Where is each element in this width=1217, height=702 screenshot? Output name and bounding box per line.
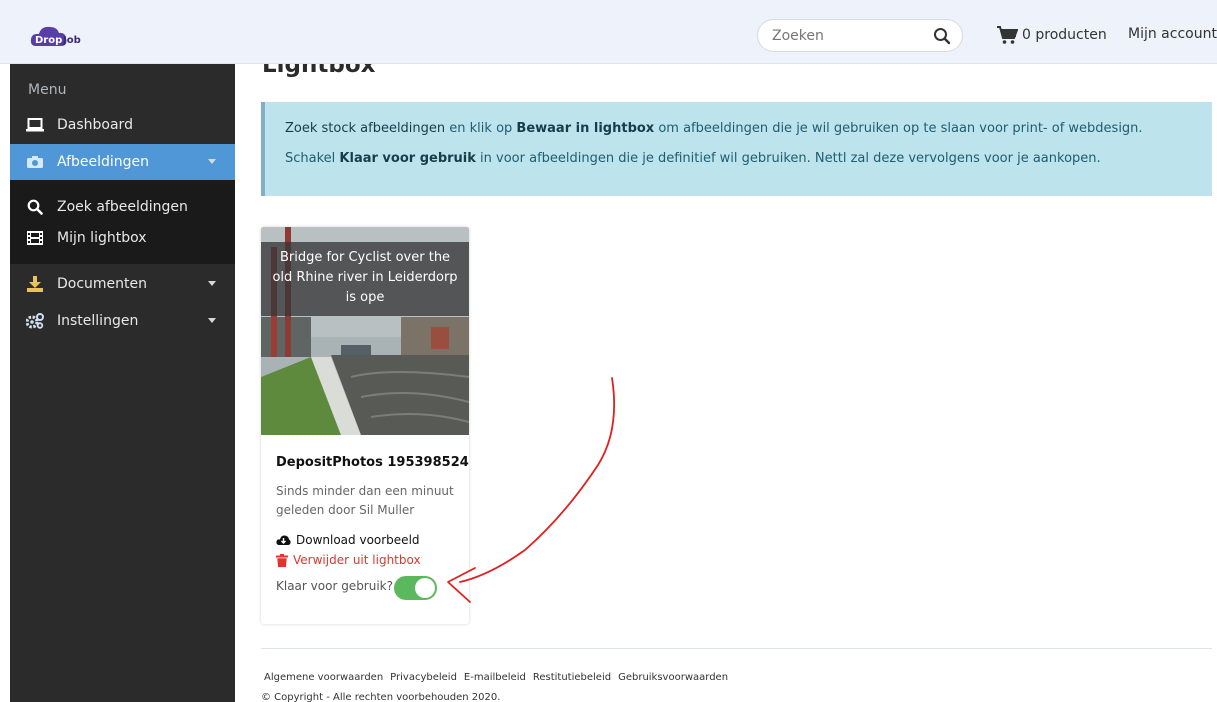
cart-label: 0 producten bbox=[1022, 27, 1107, 43]
toggle-knob bbox=[415, 578, 435, 598]
footer-link-privacybeleid[interactable]: Privacybeleid bbox=[390, 672, 457, 683]
download-preview-label: Download voorbeeld bbox=[296, 533, 420, 547]
chevron-down-icon bbox=[208, 159, 216, 164]
film-icon bbox=[26, 229, 44, 247]
info-emphasis: Bewaar in lightbox bbox=[516, 121, 655, 136]
download-preview-link[interactable]: Download voorbeeld bbox=[276, 533, 420, 547]
sidebar-item-label: Zoek afbeeldingen bbox=[57, 199, 188, 215]
cogs-icon bbox=[26, 312, 44, 330]
info-text: Zoek stock afbeeldingen bbox=[285, 121, 446, 136]
lightbox-card: Bridge for Cyclist over the old Rhine ri… bbox=[261, 227, 469, 624]
remove-from-lightbox-link[interactable]: Verwijder uit lightbox bbox=[276, 553, 421, 567]
dropjob-logo[interactable]: Drop Job bbox=[30, 22, 94, 50]
footer-link-emailbeleid[interactable]: E-mailbeleid bbox=[464, 672, 526, 683]
search-box bbox=[757, 19, 963, 52]
ready-for-use-label: Klaar voor gebruik? bbox=[276, 579, 393, 593]
logo-text-job: Job bbox=[62, 35, 81, 46]
info-emphasis: Klaar voor gebruik bbox=[339, 151, 476, 166]
sidebar-item-dashboard[interactable]: Dashboard bbox=[10, 107, 235, 143]
footer-links: Algemene voorwaarden Privacybeleid E-mai… bbox=[264, 672, 728, 683]
info-text: om afbeeldingen die je wil gebruiken op … bbox=[654, 121, 1143, 136]
search-icon[interactable] bbox=[933, 27, 951, 45]
info-line-2: Schakel Klaar voor gebruik in voor afbee… bbox=[285, 151, 1101, 166]
top-bar: Drop Job 0 producten Mijn account bbox=[0, 0, 1217, 64]
submenu-afbeeldingen: Zoek afbeeldingen Mijn lightbox bbox=[10, 180, 235, 264]
card-thumbnail[interactable]: Bridge for Cyclist over the old Rhine ri… bbox=[261, 227, 469, 435]
search-input[interactable] bbox=[772, 26, 922, 46]
search-icon bbox=[26, 198, 44, 216]
cloud-download-icon bbox=[276, 535, 291, 545]
footer-divider bbox=[261, 648, 1212, 649]
download-icon bbox=[26, 275, 44, 293]
footer-link-restitutiebeleid[interactable]: Restitutiebeleid bbox=[533, 672, 611, 683]
trash-icon bbox=[276, 553, 288, 567]
sidebar-item-label: Mijn lightbox bbox=[57, 230, 147, 246]
sidebar-item-instellingen[interactable]: Instellingen bbox=[10, 303, 235, 339]
laptop-icon bbox=[26, 116, 44, 134]
account-label: Mijn account bbox=[1128, 26, 1217, 42]
sidebar-item-label: Documenten bbox=[57, 276, 148, 292]
sidebar-item-documenten[interactable]: Documenten bbox=[10, 266, 235, 302]
sidebar-item-label: Afbeeldingen bbox=[57, 154, 150, 170]
chevron-down-icon bbox=[208, 281, 216, 286]
footer-link-gebruiksvoorwaarden[interactable]: Gebruiksvoorwaarden bbox=[618, 672, 728, 683]
account-menu[interactable]: Mijn account bbox=[1128, 26, 1217, 42]
footer-link-algemene-voorwaarden[interactable]: Algemene voorwaarden bbox=[264, 672, 383, 683]
card-title: DepositPhotos 195398524 bbox=[276, 455, 469, 470]
card-meta: Sinds minder dan een minuut geleden door… bbox=[276, 484, 454, 517]
info-text: in voor afbeeldingen die je definitief w… bbox=[475, 151, 1101, 166]
cloud-logo-icon: Drop Job bbox=[30, 26, 81, 46]
info-text: Schakel bbox=[285, 151, 340, 166]
sidebar-item-mijn-lightbox[interactable]: Mijn lightbox bbox=[10, 220, 235, 256]
cart-icon bbox=[997, 26, 1018, 44]
menu-title: Menu bbox=[28, 82, 67, 98]
copyright-text: © Copyright - Alle rechten voorbehouden … bbox=[261, 692, 501, 702]
sidebar-item-label: Dashboard bbox=[57, 117, 133, 133]
card-image-caption: Bridge for Cyclist over the old Rhine ri… bbox=[261, 242, 469, 316]
logo-text-drop: Drop bbox=[35, 35, 62, 46]
sidebar-item-afbeeldingen[interactable]: Afbeeldingen bbox=[10, 144, 235, 180]
info-text: en klik op bbox=[445, 121, 517, 136]
sidebar-item-label: Instellingen bbox=[57, 313, 139, 329]
remove-from-lightbox-label: Verwijder uit lightbox bbox=[293, 553, 421, 567]
info-alert: Zoek stock afbeeldingen en klik op Bewaa… bbox=[261, 102, 1212, 196]
chevron-down-icon bbox=[208, 318, 216, 323]
sidebar: Menu Dashboard Afbeeldingen Zoek afbeeld… bbox=[10, 64, 235, 702]
ready-for-use-toggle[interactable] bbox=[394, 576, 437, 600]
info-line-1: Zoek stock afbeeldingen en klik op Bewaa… bbox=[285, 121, 1143, 136]
cart-button[interactable]: 0 producten bbox=[996, 24, 1107, 46]
camera-icon bbox=[26, 153, 44, 171]
